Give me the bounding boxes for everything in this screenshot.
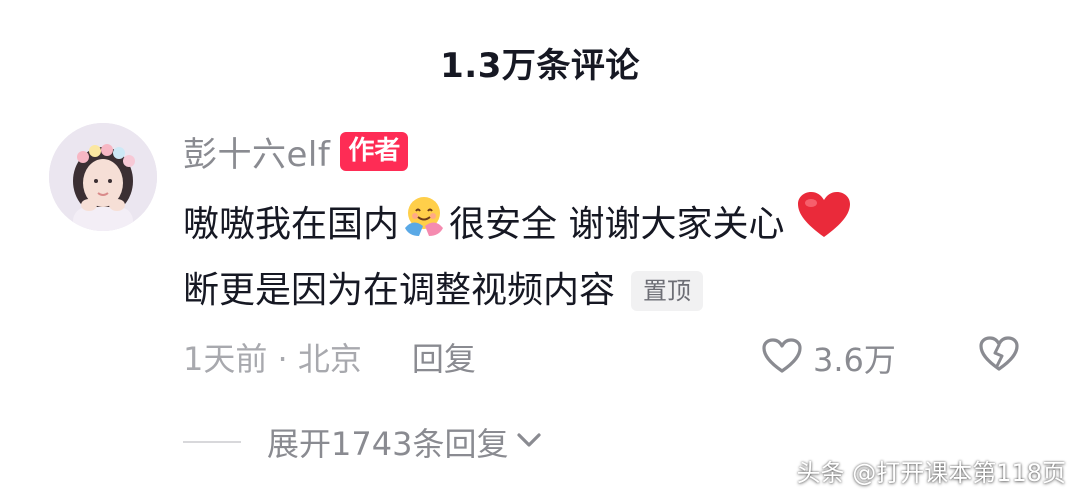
avatar[interactable] xyxy=(49,123,157,231)
comment-header: 彭十六elf 作者 xyxy=(183,127,409,176)
comment-text-part2: 很安全 谢谢大家关心 xyxy=(449,204,785,245)
comment-text: 嗷嗷我在国内 很安全 谢谢大家关心 断更是因为在调整视频内容 置顶 xyxy=(183,190,1033,322)
avatar-image xyxy=(49,123,157,231)
like-button[interactable]: 3.6万 xyxy=(761,335,896,381)
comment-text-line2: 断更是因为在调整视频内容 xyxy=(183,270,616,311)
comment-meta-row: 1天前 · 北京 回复 3.6万 xyxy=(183,332,1033,382)
expand-replies-label: 展开1743条回复 xyxy=(267,425,509,463)
reply-button[interactable]: 回复 xyxy=(412,334,476,380)
time-location: 1天前 · 北京 xyxy=(183,340,362,378)
broken-heart-icon xyxy=(978,336,1020,377)
divider-line xyxy=(183,441,241,443)
comment-text-part1: 嗷嗷我在国内 xyxy=(183,204,400,245)
comments-count-title: 1.3万条评论 xyxy=(440,46,640,86)
hug-emoji xyxy=(401,192,447,258)
comment-line-1: 嗷嗷我在国内 很安全 谢谢大家关心 xyxy=(183,190,1033,260)
expand-replies-button[interactable]: 展开1743条回复 xyxy=(267,419,542,465)
pinned-badge: 置顶 xyxy=(631,271,704,311)
red-heart-emoji xyxy=(796,190,852,260)
chevron-down-icon xyxy=(516,431,542,453)
username[interactable]: 彭十六elf xyxy=(183,127,330,176)
comment-line-2: 断更是因为在调整视频内容 置顶 xyxy=(183,260,1033,322)
expand-replies-row: 展开1743条回复 xyxy=(183,418,542,466)
author-badge: 作者 xyxy=(340,131,409,171)
dislike-button[interactable] xyxy=(978,335,1020,377)
like-count: 3.6万 xyxy=(813,341,896,379)
watermark: 头条 @打开课本第118页 xyxy=(796,459,1066,487)
heart-outline-icon xyxy=(761,337,803,379)
